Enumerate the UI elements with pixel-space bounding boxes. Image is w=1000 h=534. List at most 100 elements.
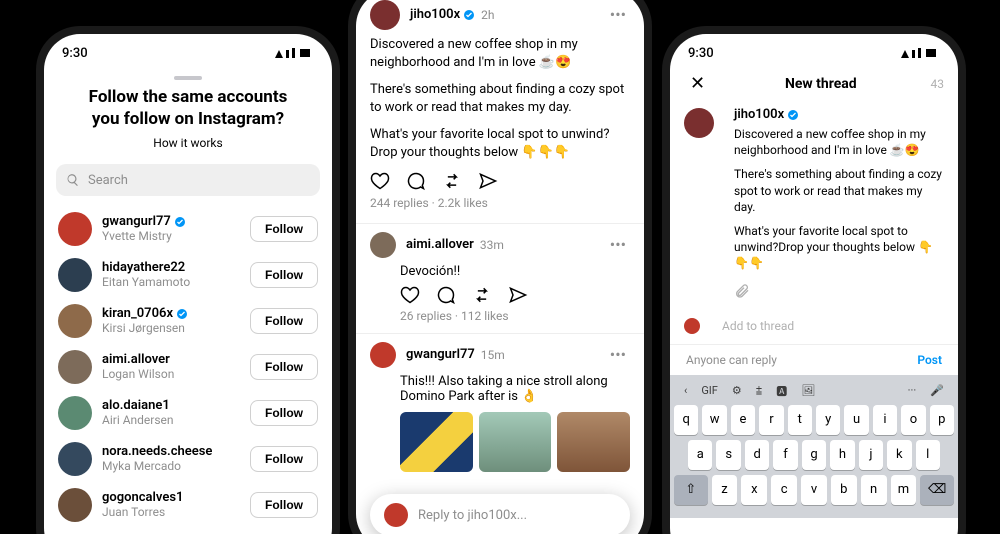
- suggestion-username[interactable]: nora.needs.cheese: [102, 445, 212, 460]
- suggestion-username[interactable]: alo.daiane1: [102, 399, 170, 414]
- repost-icon[interactable]: [472, 285, 492, 305]
- compose-area[interactable]: jiho100x Discovered a new coffee shop in…: [670, 100, 958, 312]
- kbd-tool[interactable]: 🅰: [776, 383, 787, 399]
- reply-2: gwangurl77 15m ••• This!!! Also taking a…: [356, 334, 644, 478]
- key[interactable]: l: [916, 440, 940, 470]
- comment-icon[interactable]: [436, 285, 456, 305]
- suggestion-username[interactable]: aimi.allover: [102, 353, 170, 368]
- follow-button[interactable]: Follow: [250, 354, 318, 380]
- avatar[interactable]: [370, 0, 400, 30]
- key[interactable]: w: [702, 405, 726, 435]
- kbd-tool[interactable]: ‹: [684, 384, 687, 397]
- key[interactable]: a: [688, 440, 712, 470]
- key[interactable]: m: [891, 475, 917, 505]
- avatar[interactable]: [370, 342, 396, 368]
- reply-username[interactable]: gwangurl77: [406, 348, 475, 363]
- key[interactable]: n: [861, 475, 887, 505]
- suggestion-username[interactable]: gwangurl77: [102, 215, 171, 230]
- share-icon[interactable]: [508, 285, 528, 305]
- follow-button[interactable]: Follow: [250, 492, 318, 518]
- follow-button[interactable]: Follow: [250, 308, 318, 334]
- key[interactable]: t: [788, 405, 812, 435]
- repost-icon[interactable]: [442, 171, 462, 191]
- reply-input[interactable]: Reply to jiho100x...: [370, 494, 630, 534]
- follow-button[interactable]: Follow: [250, 400, 318, 426]
- key[interactable]: o: [901, 405, 925, 435]
- kbd-tool[interactable]: ···: [908, 384, 917, 397]
- key[interactable]: h: [830, 440, 854, 470]
- close-icon[interactable]: ✕: [684, 78, 711, 90]
- avatar[interactable]: [58, 258, 92, 292]
- key[interactable]: f: [773, 440, 797, 470]
- reply-stats[interactable]: 26 replies · 112 likes: [400, 309, 630, 323]
- key[interactable]: y: [816, 405, 840, 435]
- image-thumb[interactable]: [557, 412, 630, 472]
- like-icon[interactable]: [370, 171, 390, 191]
- key[interactable]: k: [887, 440, 911, 470]
- kbd-tool[interactable]: ⚙: [732, 384, 742, 397]
- add-to-thread[interactable]: Add to thread: [670, 312, 958, 344]
- key[interactable]: ⇧: [674, 475, 708, 505]
- suggestion-username[interactable]: gogoncalves1: [102, 491, 183, 506]
- key[interactable]: b: [831, 475, 857, 505]
- key[interactable]: x: [741, 475, 767, 505]
- status-icons: [274, 46, 314, 60]
- verified-badge-icon: [463, 9, 475, 21]
- key[interactable]: r: [759, 405, 783, 435]
- suggestion-row: gwangurl77 Yvette Mistry Follow: [44, 206, 332, 252]
- avatar[interactable]: [58, 442, 92, 476]
- post-stats[interactable]: 244 replies · 2.2k likes: [370, 195, 630, 211]
- reply-1: aimi.allover 33m ••• Devoción!! 26 repli…: [356, 224, 644, 329]
- phone-thread-feed: jiho100x 2h ••• Discovered a new coffee …: [356, 0, 644, 534]
- follow-button[interactable]: Follow: [250, 262, 318, 288]
- reply-username[interactable]: aimi.allover: [406, 238, 474, 253]
- kbd-tool[interactable]: ⩲: [756, 384, 762, 398]
- reply-images: [400, 412, 630, 472]
- keyboard: ‹ GIF ⚙ ⩲ 🅰 🖼 ··· 🎤 qwertyuiop asdfghjkl ⇧zxcvb…: [670, 375, 958, 518]
- image-thumb[interactable]: [479, 412, 552, 472]
- key[interactable]: u: [844, 405, 868, 435]
- kbd-tool[interactable]: 🖼: [801, 384, 815, 397]
- key[interactable]: z: [712, 475, 738, 505]
- suggestion-username[interactable]: hidayathere22: [102, 261, 185, 276]
- key[interactable]: j: [859, 440, 883, 470]
- avatar[interactable]: [58, 212, 92, 246]
- avatar[interactable]: [58, 350, 92, 384]
- key[interactable]: q: [674, 405, 698, 435]
- hero-title: Follow the same accounts you follow on I…: [44, 86, 332, 130]
- key[interactable]: g: [802, 440, 826, 470]
- image-thumb[interactable]: [400, 412, 473, 472]
- post-button[interactable]: Post: [917, 353, 942, 367]
- avatar[interactable]: [58, 304, 92, 338]
- post-more-icon[interactable]: •••: [606, 11, 630, 19]
- kbd-tool[interactable]: 🎤: [930, 384, 944, 397]
- how-it-works-link[interactable]: How it works: [44, 136, 332, 150]
- share-icon[interactable]: [478, 171, 498, 191]
- key[interactable]: p: [930, 405, 954, 435]
- follow-button[interactable]: Follow: [250, 446, 318, 472]
- follow-button[interactable]: Follow: [250, 216, 318, 242]
- post-username[interactable]: jiho100x: [410, 8, 460, 23]
- key[interactable]: c: [771, 475, 797, 505]
- key[interactable]: i: [873, 405, 897, 435]
- kbd-tool[interactable]: GIF: [701, 384, 718, 397]
- search-input[interactable]: Search: [56, 164, 320, 196]
- sheet-handle-icon[interactable]: [174, 76, 202, 80]
- key[interactable]: e: [731, 405, 755, 435]
- suggestion-row: aimi.allover Logan Wilson Follow: [44, 344, 332, 390]
- reply-more-icon[interactable]: •••: [606, 241, 630, 249]
- key[interactable]: ⌫: [920, 475, 954, 505]
- avatar[interactable]: [58, 396, 92, 430]
- avatar[interactable]: [370, 232, 396, 258]
- comment-icon[interactable]: [406, 171, 426, 191]
- key[interactable]: v: [801, 475, 827, 505]
- status-icons: [900, 46, 940, 60]
- reply-more-icon[interactable]: •••: [606, 351, 630, 359]
- suggestion-username[interactable]: kiran_0706x: [102, 307, 173, 322]
- like-icon[interactable]: [400, 285, 420, 305]
- key[interactable]: s: [716, 440, 740, 470]
- key[interactable]: d: [745, 440, 769, 470]
- reply-visibility[interactable]: Anyone can reply: [686, 353, 777, 367]
- avatar[interactable]: [58, 488, 92, 522]
- attach-icon[interactable]: [734, 283, 750, 299]
